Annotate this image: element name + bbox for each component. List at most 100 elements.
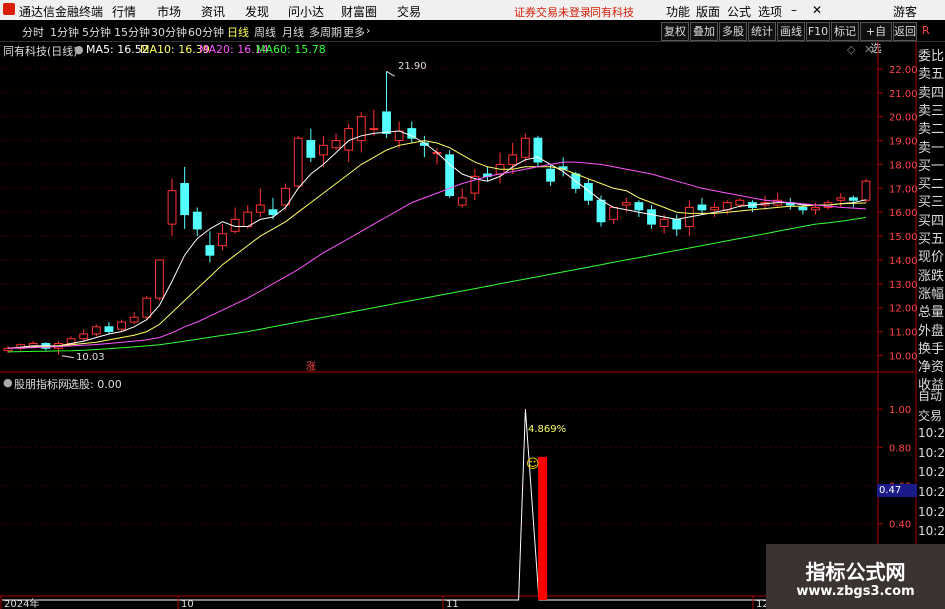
y-tick-label: 10.00 — [889, 351, 918, 362]
date-label: 11 — [446, 599, 459, 609]
candle-body — [129, 316, 139, 323]
tick-time: 10:22 — [918, 465, 945, 480]
y-tick-label: 19.00 — [889, 137, 918, 148]
candle-body — [218, 233, 227, 247]
y-tick-label: 12.00 — [889, 304, 918, 315]
indicator-y-tick-label: 1.00 — [889, 405, 911, 416]
y-tick-label: 13.00 — [889, 280, 918, 291]
watermark-url: www.zbgs3.com — [796, 584, 915, 599]
y-tick-label: 17.00 — [889, 184, 918, 195]
y-tick-label: 14.00 — [889, 256, 918, 267]
tick-time: 10:22 — [918, 426, 945, 441]
quote-label: 卖二 — [918, 122, 945, 138]
candle-body — [319, 144, 328, 156]
percent-label: 4.869% — [528, 424, 566, 435]
candle-body — [117, 321, 126, 330]
quote-label: 卖一 — [918, 140, 945, 156]
smiley-icon: ☺ — [526, 457, 540, 472]
signal-bar — [538, 456, 548, 600]
candle-body — [798, 206, 808, 211]
quote-label: 涨跌 — [918, 268, 945, 284]
candle-body — [520, 137, 530, 158]
y-tick-label: 15.00 — [889, 232, 918, 243]
quote-label: 卖三 — [918, 103, 945, 119]
zhang-mark: 涨 — [306, 361, 316, 373]
high-price-label: 21.90 — [398, 61, 427, 72]
indicator-y-tick-label: 0.80 — [889, 443, 911, 454]
candle-body — [848, 197, 858, 201]
candle-body — [268, 209, 278, 216]
watermark-title: 指标公式网 — [805, 560, 906, 584]
quote-label: 买一 — [918, 158, 945, 174]
tick-time: 10:22 — [918, 445, 945, 460]
date-label: 2024年 — [4, 597, 39, 609]
low-price-label: 10.03 — [76, 352, 105, 363]
indicator-info-line: ● 股朋指标网 选股: 0.00 — [0, 374, 880, 391]
quote-panel: 委比 卖五 卖四 卖三 卖二 卖一 买一 买二 买三 买四 买五 现价 涨跌 涨幅 总量 外盘 换手 净资 收益 — [916, 41, 945, 393]
candle-body — [255, 204, 265, 213]
indicator-settings-icon[interactable]: ● — [3, 376, 13, 389]
quote-label: 换手 — [918, 341, 945, 357]
chart-canvas: 21.90 10.03 涨 4.869% ☺ 22.00 21.00 20.00 19… — [0, 41, 918, 609]
candle-body — [584, 183, 593, 201]
ma-lines — [7, 70, 867, 359]
quote-label: 卖四 — [918, 85, 945, 101]
candle-body — [155, 259, 164, 299]
candle-body — [382, 111, 391, 134]
quote-label: 现价 — [918, 250, 945, 266]
high-marker — [386, 70, 395, 77]
quote-label: 买三 — [918, 195, 945, 211]
tick-time: 10:22 — [918, 524, 945, 539]
watermark: 指标公式网 www.zbgs3.com — [766, 544, 945, 609]
date-label: 10 — [181, 599, 194, 609]
current-indicator-value: 0.47 — [877, 484, 917, 497]
candle-body — [647, 209, 656, 225]
indicator-y-tick-label: 0.40 — [889, 520, 911, 531]
candle-body — [546, 168, 555, 182]
candle-body — [192, 211, 202, 230]
candle-body — [331, 140, 341, 149]
candle-body — [836, 197, 846, 201]
time-panel-tab[interactable]: 交易 — [918, 407, 942, 424]
candle-body — [306, 140, 316, 158]
y-tick-label: 16.00 — [889, 208, 918, 219]
tick-time: 10:22 — [918, 504, 945, 519]
candle-body — [243, 211, 253, 228]
candle-body — [634, 202, 644, 211]
candle-body — [79, 333, 89, 340]
xuangu-signal-line — [2, 409, 872, 601]
quote-label: 买五 — [918, 232, 945, 247]
candle-body — [91, 326, 101, 335]
candle-body — [609, 206, 619, 220]
candle-body — [142, 297, 152, 318]
candle-body — [508, 154, 518, 165]
candle-body — [811, 206, 820, 211]
low-marker — [61, 355, 75, 359]
y-tick-label: 22.00 — [889, 65, 918, 76]
candle-body — [710, 206, 719, 211]
candle-body — [697, 204, 707, 211]
candle-body — [407, 128, 417, 139]
quote-label: 卖五 — [918, 67, 945, 83]
candle-body — [672, 218, 682, 230]
candle-body — [180, 183, 190, 216]
y-tick-label: 18.00 — [889, 160, 918, 171]
indicator-title: 股朋指标网 — [14, 378, 69, 391]
candle-body — [659, 218, 669, 228]
time-panel-tab[interactable]: 自动 — [918, 387, 942, 404]
candle-body — [293, 137, 303, 187]
candlestick-series — [3, 71, 871, 355]
quote-label: 外盘 — [918, 323, 945, 339]
candle-body — [457, 197, 467, 206]
candle-body — [621, 202, 631, 206]
candle-body — [369, 128, 379, 131]
quote-label: 总量 — [918, 305, 945, 321]
candle-body — [104, 326, 114, 333]
candle-body — [596, 199, 606, 223]
y-tick-label: 21.00 — [889, 89, 918, 100]
candle-body — [861, 180, 871, 201]
indicator-value: 选股: 0.00 — [68, 378, 122, 391]
quote-label: 买二 — [918, 177, 945, 193]
y-tick-label: 20.00 — [889, 113, 918, 124]
candle-body — [205, 245, 215, 256]
